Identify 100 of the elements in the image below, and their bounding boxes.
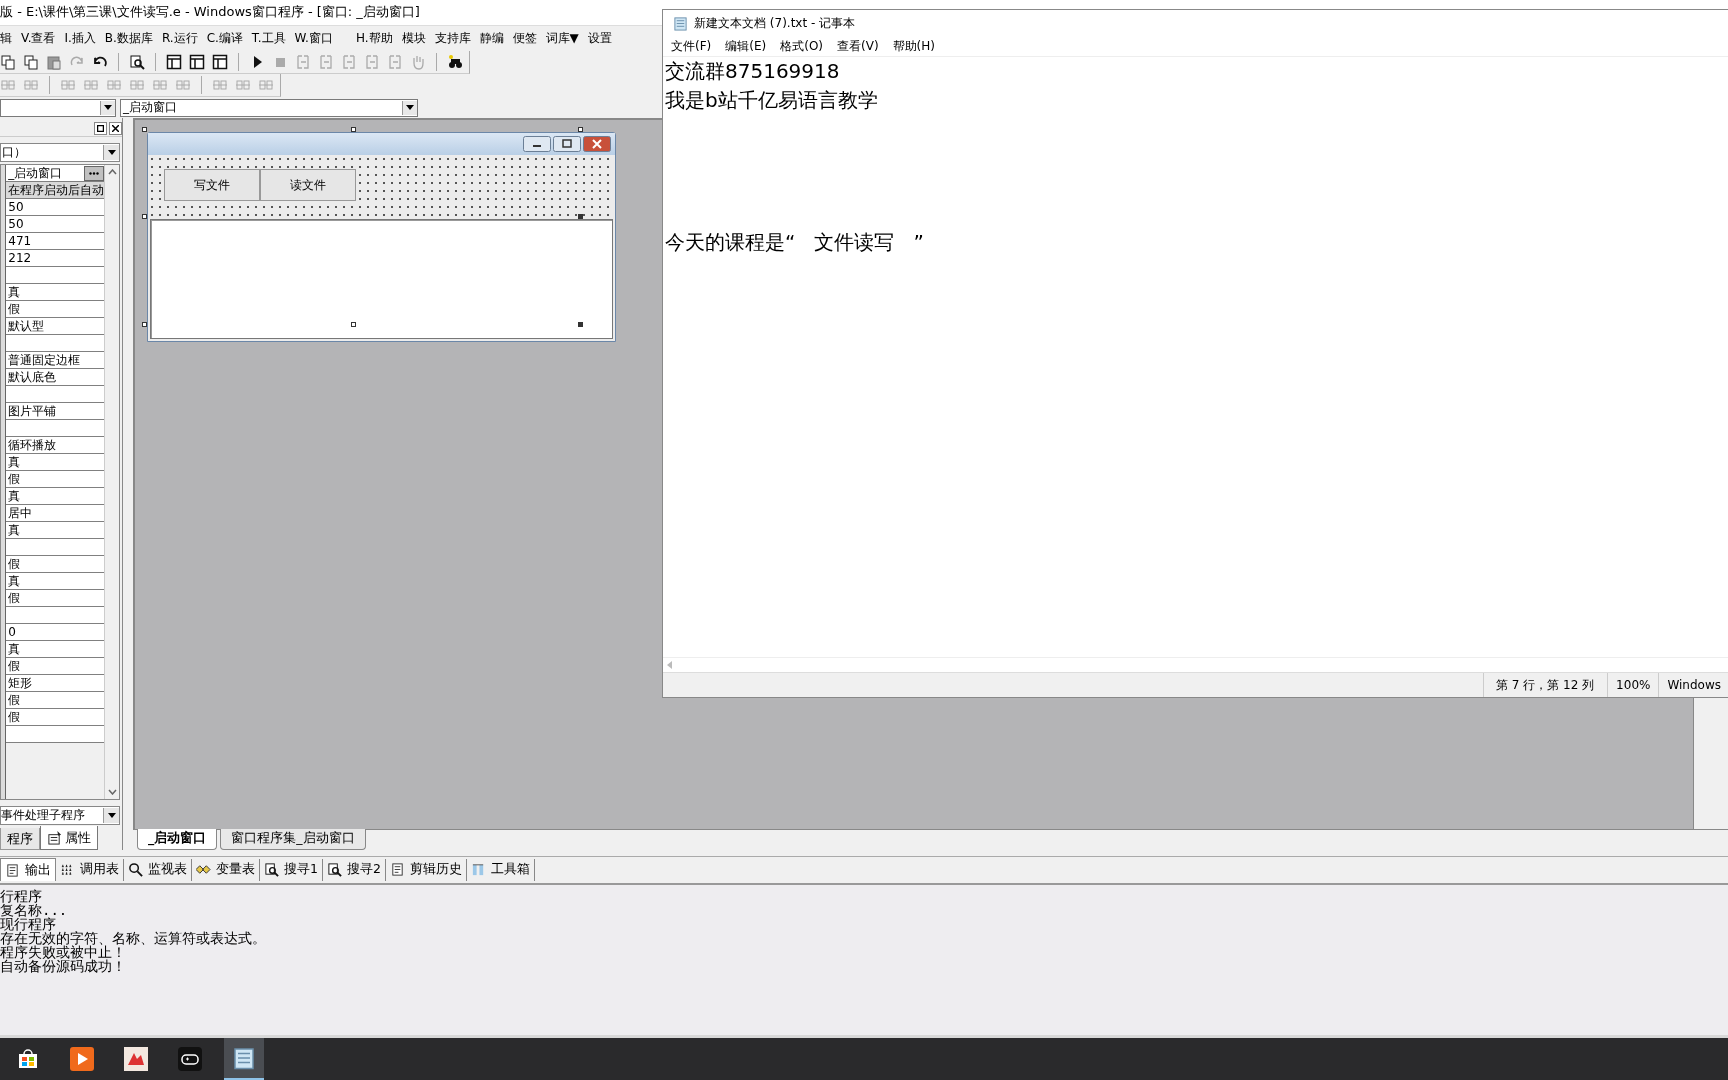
property-row[interactable]: 真 bbox=[6, 454, 105, 472]
maximize-button[interactable] bbox=[553, 136, 581, 153]
notepad-icon[interactable] bbox=[232, 1046, 256, 1070]
property-row[interactable]: 默认底色 bbox=[6, 369, 105, 387]
property-row[interactable]: 0 bbox=[6, 624, 105, 642]
event-combo-box[interactable]: 事件处理子程序 bbox=[0, 806, 120, 826]
editor-tab[interactable]: _启动窗口 bbox=[137, 829, 218, 851]
property-row[interactable]: 图片平铺 bbox=[6, 403, 105, 421]
output-tab[interactable]: 监视表 bbox=[124, 858, 192, 881]
resize-handle[interactable] bbox=[351, 322, 356, 328]
property-row[interactable]: 循环播放 bbox=[6, 437, 105, 455]
restore-button[interactable] bbox=[94, 121, 107, 135]
text-box[interactable] bbox=[150, 219, 613, 340]
property-row[interactable]: 假 bbox=[6, 301, 105, 319]
editor-tab[interactable]: 窗口程序集_启动窗口 bbox=[220, 829, 366, 851]
gamepad-icon[interactable] bbox=[178, 1047, 202, 1071]
menu-item[interactable]: H.帮助 bbox=[355, 30, 393, 48]
menu-item[interactable]: R.运行 bbox=[161, 30, 198, 48]
resize-handle[interactable] bbox=[142, 214, 147, 220]
property-row[interactable] bbox=[6, 335, 105, 353]
menu-item[interactable]: 支持库 bbox=[434, 30, 471, 48]
menu-item[interactable]: 编辑(E) bbox=[725, 37, 767, 55]
app-tile-icon[interactable] bbox=[124, 1047, 148, 1071]
resize-handle[interactable] bbox=[142, 127, 147, 133]
property-row[interactable] bbox=[6, 386, 105, 404]
document-icon bbox=[5, 862, 20, 878]
object-combo-box[interactable]: 口） bbox=[0, 143, 120, 163]
resize-handle[interactable] bbox=[578, 127, 583, 133]
menu-item[interactable]: 便签 bbox=[512, 30, 537, 48]
menu-item[interactable]: 文件(F) bbox=[671, 37, 712, 55]
output-line: 存在无效的字符、名称、运算符或表达式。 bbox=[0, 930, 267, 945]
property-row[interactable]: 真 bbox=[6, 488, 105, 506]
output-tab[interactable]: 变量表 bbox=[192, 858, 260, 881]
menu-item[interactable]: C.编译 bbox=[206, 30, 243, 48]
bag-icon[interactable] bbox=[17, 1048, 39, 1070]
property-row[interactable]: 471 bbox=[6, 233, 105, 251]
resize-handle[interactable] bbox=[351, 127, 356, 133]
property-row[interactable]: 假 bbox=[6, 658, 105, 676]
grid-icon bbox=[60, 862, 75, 878]
menu-item[interactable]: 静编 bbox=[479, 30, 504, 48]
output-tab[interactable]: 调用表 bbox=[56, 858, 124, 881]
output-tab[interactable]: 输出 bbox=[0, 858, 56, 882]
property-row[interactable] bbox=[6, 267, 105, 285]
property-row[interactable] bbox=[6, 539, 105, 557]
close-icon bbox=[112, 124, 119, 132]
combo-box[interactable] bbox=[0, 98, 116, 117]
output-tab[interactable]: 搜寻2 bbox=[322, 858, 386, 881]
property-row[interactable]: _启动窗口 bbox=[6, 165, 105, 183]
property-row[interactable]: 真 bbox=[6, 641, 105, 659]
menu-item[interactable]: 词库▼ bbox=[545, 30, 579, 48]
scroll-down-icon[interactable] bbox=[107, 789, 117, 796]
menu-item[interactable]: I.插入 bbox=[64, 30, 96, 48]
dots-icon bbox=[89, 171, 100, 175]
output-tab[interactable]: 工具箱 bbox=[466, 858, 535, 881]
property-row[interactable] bbox=[6, 607, 105, 625]
menu-item[interactable]: 设置 bbox=[587, 30, 612, 48]
menu-item[interactable]: 模块 bbox=[401, 30, 426, 48]
property-row[interactable]: 在程序启动后自动 bbox=[6, 182, 105, 200]
output-tab[interactable]: 剪辑历史 bbox=[385, 858, 467, 881]
property-row[interactable]: 真 bbox=[6, 573, 105, 591]
dropdown-arrow-icon bbox=[107, 150, 116, 156]
menu-item[interactable]: V.查看 bbox=[21, 30, 56, 48]
property-row[interactable] bbox=[6, 420, 105, 438]
output-line: 程序失败或被中止！ bbox=[0, 944, 126, 959]
close-button[interactable] bbox=[109, 121, 122, 135]
property-row[interactable]: 假 bbox=[6, 692, 105, 710]
panel-tab[interactable]: 程序 bbox=[0, 828, 40, 851]
ellipsis-button[interactable] bbox=[84, 165, 105, 181]
form-button[interactable]: 读文件 bbox=[260, 169, 356, 202]
property-row[interactable]: 真 bbox=[6, 522, 105, 540]
property-row[interactable]: 50 bbox=[6, 199, 105, 217]
menu-item[interactable]: 查看(V) bbox=[837, 37, 879, 55]
property-row[interactable]: 50 bbox=[6, 216, 105, 234]
minimize-button[interactable] bbox=[523, 136, 551, 153]
panel-tab[interactable]: 属性 bbox=[40, 826, 98, 851]
scroll-up-icon[interactable] bbox=[107, 169, 117, 176]
property-row[interactable]: 假 bbox=[6, 556, 105, 574]
resize-handle[interactable] bbox=[142, 322, 147, 328]
property-row[interactable]: 默认型 bbox=[6, 318, 105, 336]
menu-item[interactable]: B.数据库 bbox=[104, 30, 153, 48]
property-row[interactable]: 矩形 bbox=[6, 675, 105, 693]
menu-item[interactable]: 格式(O) bbox=[780, 37, 824, 55]
output-tab[interactable]: 搜寻1 bbox=[260, 858, 323, 881]
form-button[interactable]: 写文件 bbox=[164, 169, 260, 202]
menu-item[interactable]: T.工具 bbox=[251, 30, 286, 48]
play-tile-icon[interactable] bbox=[70, 1047, 94, 1071]
property-row[interactable]: 假 bbox=[6, 471, 105, 489]
property-row[interactable]: 假 bbox=[6, 590, 105, 608]
resize-handle[interactable] bbox=[578, 322, 583, 328]
object-combo-box[interactable]: _启动窗口 bbox=[120, 98, 418, 117]
property-row[interactable] bbox=[6, 726, 105, 744]
menu-item[interactable]: W.窗口 bbox=[294, 30, 333, 48]
property-row[interactable]: 真 bbox=[6, 284, 105, 302]
property-row[interactable]: 212 bbox=[6, 250, 105, 268]
property-row[interactable]: 普通固定边框 bbox=[6, 352, 105, 370]
menu-item[interactable]: 辑 bbox=[0, 30, 12, 48]
property-row[interactable]: 假 bbox=[6, 709, 105, 727]
resize-handle[interactable] bbox=[578, 214, 583, 220]
property-row[interactable]: 居中 bbox=[6, 505, 105, 523]
menu-item[interactable]: 帮助(H) bbox=[892, 37, 935, 55]
